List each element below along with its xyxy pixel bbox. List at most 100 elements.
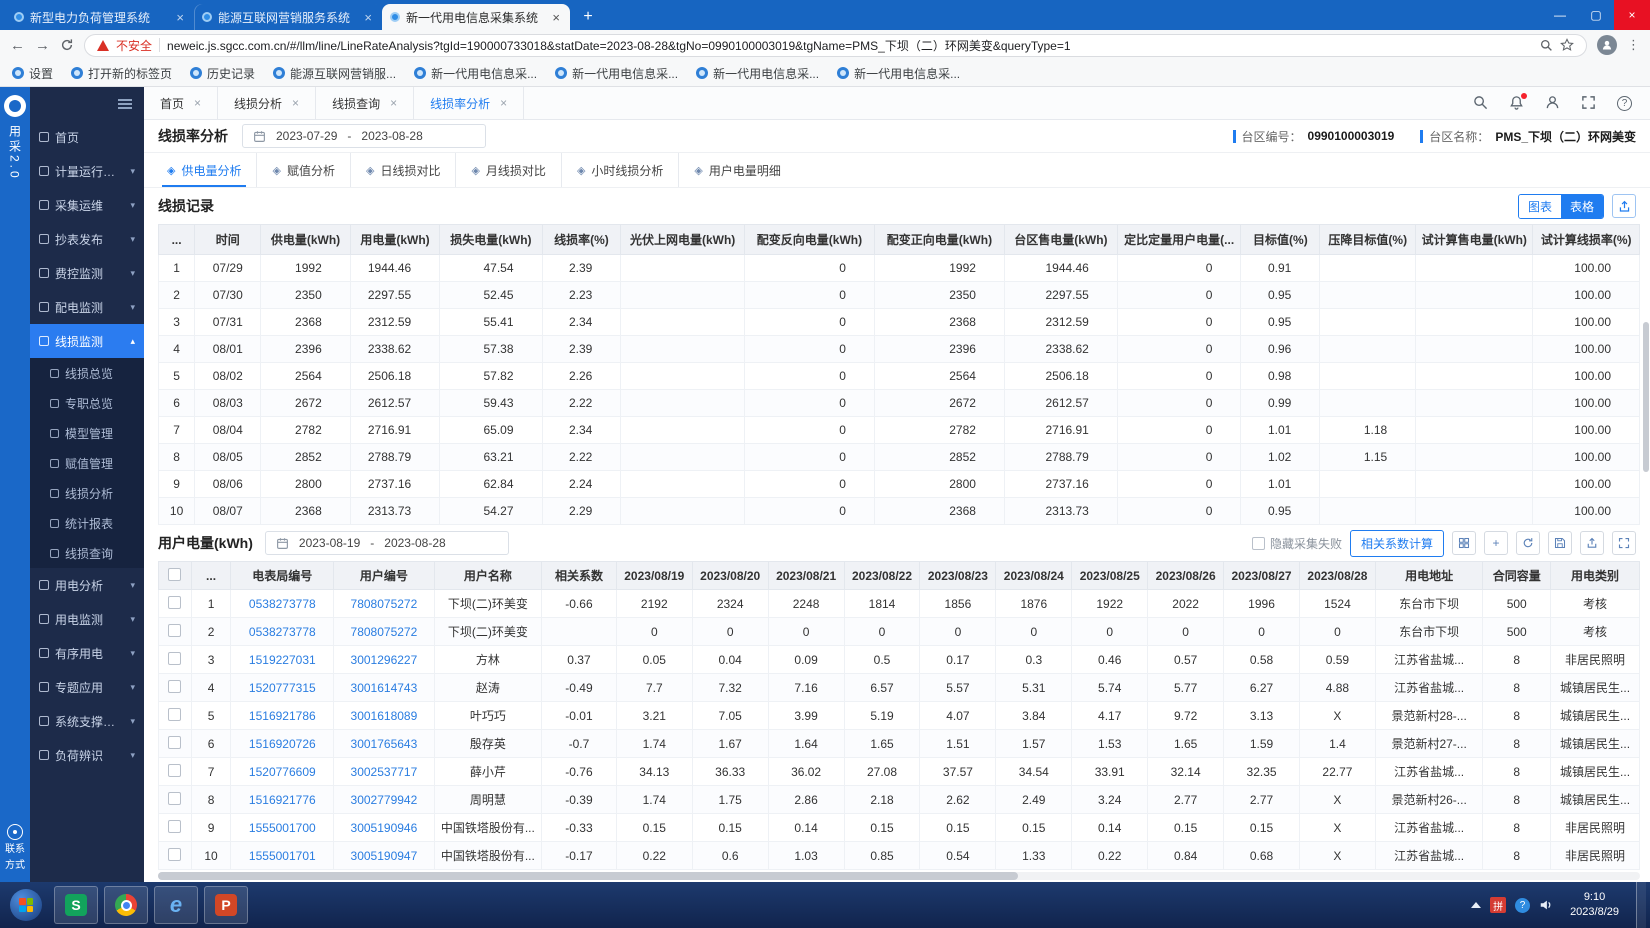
row-checkbox[interactable] — [168, 820, 181, 833]
sidebar-item[interactable]: 采集运维 ▾ — [30, 188, 144, 222]
column-settings-button[interactable] — [1452, 531, 1476, 555]
column-header[interactable]: ... — [159, 225, 195, 255]
table-row[interactable]: 915550017003005190946中国铁塔股份有...-0.330.15… — [159, 814, 1640, 842]
row-select-cell[interactable] — [159, 814, 192, 842]
close-window-button[interactable]: × — [1614, 0, 1650, 30]
show-desktop-button[interactable] — [1636, 882, 1646, 928]
chart-view-button[interactable]: 图表 — [1519, 195, 1561, 218]
table-row[interactable]: 408/0123962338.6257.382.39023962338.6200… — [159, 336, 1640, 363]
date-to-value[interactable]: 2023-08-28 — [384, 536, 445, 550]
export-table-button[interactable] — [1580, 531, 1604, 555]
row-select-cell[interactable] — [159, 702, 192, 730]
column-header[interactable]: 损失电量(kWh) — [440, 225, 542, 255]
user-icon[interactable] — [1545, 95, 1561, 111]
tray-help-icon[interactable]: ? — [1515, 898, 1530, 913]
table-row[interactable]: 815169217763002779942周明慧-0.391.741.752.8… — [159, 786, 1640, 814]
forward-button[interactable]: → — [35, 38, 50, 53]
profile-avatar[interactable] — [1597, 35, 1617, 55]
column-header[interactable]: 压降目标值(%) — [1320, 225, 1416, 255]
analysis-subtab[interactable]: ◈ 小时线损分析 — [561, 153, 678, 187]
hide-failed-toggle[interactable]: 隐藏采集失败 — [1252, 535, 1342, 552]
minimize-button[interactable]: — — [1542, 0, 1578, 30]
row-select-cell[interactable] — [159, 786, 192, 814]
bookmark-star-icon[interactable] — [1560, 38, 1574, 52]
sidebar-subitem[interactable]: 赋值管理 — [30, 448, 144, 478]
table-row[interactable]: 105382737787808075272下坝(二)环美变-0.66219223… — [159, 590, 1640, 618]
column-header[interactable]: 2023/08/25 — [1072, 562, 1148, 590]
browser-menu-icon[interactable]: ⋮ — [1627, 37, 1640, 53]
sidebar-item[interactable]: 系统支撑功能 ▾ — [30, 704, 144, 738]
table-row[interactable]: 315192270313001296227方林0.370.050.040.090… — [159, 646, 1640, 674]
sidebar-subitem[interactable]: 线损查询 — [30, 538, 144, 568]
column-header[interactable]: 2023/08/20 — [692, 562, 768, 590]
user-energy-date-range-picker[interactable]: 2023-08-19 - 2023-08-28 — [265, 531, 509, 555]
sidebar-item[interactable]: 专题应用 ▾ — [30, 670, 144, 704]
table-row[interactable]: 515169217863001618089叶巧巧-0.013.217.053.9… — [159, 702, 1640, 730]
table-row[interactable]: 708/0427822716.9165.092.34027822716.9101… — [159, 417, 1640, 444]
date-from-value[interactable]: 2023-07-29 — [276, 129, 337, 143]
vertical-scrollbar-thumb[interactable] — [1643, 322, 1649, 472]
analysis-subtab[interactable]: ◈ 供电量分析 — [152, 153, 256, 187]
table-row[interactable]: 715207766093002537717薛小芹-0.7634.1336.333… — [159, 758, 1640, 786]
column-header[interactable]: 2023/08/22 — [844, 562, 920, 590]
bookmark-item[interactable]: 新一代用电信息采... — [555, 65, 678, 82]
column-header[interactable]: 相关系数 — [542, 562, 617, 590]
collapse-sidebar-icon[interactable] — [118, 99, 132, 109]
table-row[interactable]: 615169207263001765643殷存英-0.71.741.671.64… — [159, 730, 1640, 758]
column-header[interactable]: 用电地址 — [1375, 562, 1482, 590]
table-row[interactable]: 205382737787808075272下坝(二)环美变0000000000东… — [159, 618, 1640, 646]
security-warning-label[interactable]: 不安全 — [116, 37, 152, 54]
workspace-tab-close-icon[interactable]: × — [390, 96, 397, 110]
column-header[interactable]: 2023/08/27 — [1224, 562, 1300, 590]
column-header[interactable]: 用电类别 — [1551, 562, 1640, 590]
sidebar-item[interactable]: 首页 — [30, 120, 144, 154]
back-button[interactable]: ← — [10, 38, 25, 53]
tab-close-icon[interactable]: × — [550, 10, 562, 25]
table-row[interactable]: 307/3123682312.5955.412.34023682312.5900… — [159, 309, 1640, 336]
analysis-subtab[interactable]: ◈ 月线损对比 — [455, 153, 560, 187]
sidebar-item[interactable]: 配电监测 ▾ — [30, 290, 144, 324]
sidebar-item[interactable]: 线损监测 ▴ — [30, 324, 144, 358]
table-row[interactable]: 1008/0723682313.7354.272.29023682313.730… — [159, 498, 1640, 525]
table-row[interactable]: 207/3023502297.5552.452.23023502297.5500… — [159, 282, 1640, 309]
sidebar-item[interactable]: 负荷辨识 ▾ — [30, 738, 144, 772]
sidebar-item[interactable]: 费控监测 ▾ — [30, 256, 144, 290]
row-select-cell[interactable] — [159, 674, 192, 702]
column-header[interactable]: 用户名称 — [434, 562, 541, 590]
table-row[interactable]: 808/0528522788.7963.212.22028522788.7901… — [159, 444, 1640, 471]
column-header[interactable]: 线损率(%) — [542, 225, 621, 255]
tab-close-icon[interactable]: × — [174, 10, 186, 25]
column-header[interactable]: 2023/08/26 — [1148, 562, 1224, 590]
bookmark-item[interactable]: 新一代用电信息采... — [414, 65, 537, 82]
column-header[interactable]: ... — [191, 562, 231, 590]
sidebar-item[interactable]: 计量运行监测 ▾ — [30, 154, 144, 188]
horizontal-scrollbar-thumb[interactable] — [158, 872, 1018, 880]
contact-link[interactable]: 联系 方式 — [5, 824, 25, 872]
row-checkbox[interactable] — [168, 652, 181, 665]
taskbar-item-powerpoint[interactable]: P — [204, 886, 248, 924]
workspace-tab[interactable]: 线损查询 × — [316, 87, 414, 119]
workspace-tab-close-icon[interactable]: × — [292, 96, 299, 110]
row-checkbox[interactable] — [168, 792, 181, 805]
sidebar-item[interactable]: 用电分析 ▾ — [30, 568, 144, 602]
correlation-calc-button[interactable]: 相关系数计算 — [1350, 530, 1444, 557]
search-icon[interactable] — [1473, 95, 1489, 111]
analysis-subtab[interactable]: ◈ 日线损对比 — [350, 153, 455, 187]
sidebar-subitem[interactable]: 线损分析 — [30, 478, 144, 508]
zoom-lens-icon[interactable] — [1540, 39, 1553, 52]
bookmark-item[interactable]: 新一代用电信息采... — [837, 65, 960, 82]
hide-failed-checkbox[interactable] — [1252, 537, 1265, 550]
bookmark-item[interactable]: 新一代用电信息采... — [696, 65, 819, 82]
select-all-header[interactable] — [159, 562, 192, 590]
workspace-tab[interactable]: 线损分析 × — [218, 87, 316, 119]
tray-expand-icon[interactable] — [1471, 902, 1481, 908]
column-header[interactable]: 2023/08/21 — [768, 562, 844, 590]
table-row[interactable]: 608/0326722612.5759.432.22026722612.5700… — [159, 390, 1640, 417]
export-button[interactable] — [1612, 194, 1636, 218]
column-header[interactable]: 2023/08/19 — [616, 562, 692, 590]
table-row[interactable]: 415207773153001614743赵涛-0.497.77.327.166… — [159, 674, 1640, 702]
column-header[interactable]: 试计算售电量(kWh) — [1416, 225, 1533, 255]
taskbar-item-wps[interactable]: S — [54, 886, 98, 924]
table-row[interactable]: 1015550017013005190947中国铁塔股份有...-0.170.2… — [159, 842, 1640, 870]
column-header[interactable]: 定比定量用户电量(... — [1117, 225, 1241, 255]
